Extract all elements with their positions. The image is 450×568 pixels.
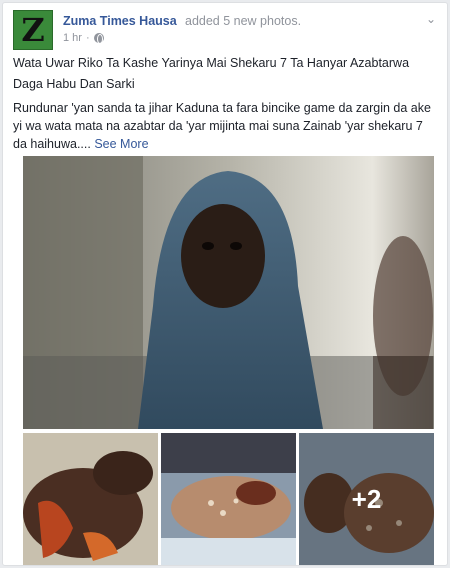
chevron-down-icon[interactable]: ⌄ xyxy=(425,13,437,25)
post-body: Rundunar 'yan sanda ta jihar Kaduna ta f… xyxy=(13,99,437,153)
see-more-link[interactable]: See More xyxy=(94,137,148,151)
post-card: Z Zuma Times Hausa added 5 new photos. 1… xyxy=(2,2,448,566)
more-photos-count: +2 xyxy=(351,483,382,514)
page-name-link[interactable]: Zuma Times Hausa xyxy=(63,14,177,28)
main-photo-image xyxy=(23,156,434,429)
page-avatar[interactable]: Z xyxy=(13,10,53,50)
post-action-text: added 5 new photos. xyxy=(185,14,302,28)
main-photo[interactable] xyxy=(23,156,434,429)
post-body-text: Rundunar 'yan sanda ta jihar Kaduna ta f… xyxy=(13,101,431,151)
post-header: Z Zuma Times Hausa added 5 new photos. 1… xyxy=(13,10,437,50)
photo-thumbnails: +2 xyxy=(23,433,434,565)
thumbnail-photo-2[interactable] xyxy=(161,433,296,565)
globe-icon xyxy=(93,33,104,44)
thumbnail-photo-3[interactable]: +2 xyxy=(299,433,434,565)
more-photos-overlay[interactable]: +2 xyxy=(299,433,434,565)
thumbnail-photo-1[interactable] xyxy=(23,433,158,565)
post-timestamp[interactable]: 1 hr xyxy=(63,32,82,44)
post-meta: 1 hr · xyxy=(63,32,104,44)
thumbnail-image-2 xyxy=(161,433,296,565)
post-title: Wata Uwar Riko Ta Kashe Yarinya Mai Shek… xyxy=(13,56,410,91)
avatar-logo-letter: Z xyxy=(21,11,45,49)
thumbnail-image-1 xyxy=(23,433,158,565)
